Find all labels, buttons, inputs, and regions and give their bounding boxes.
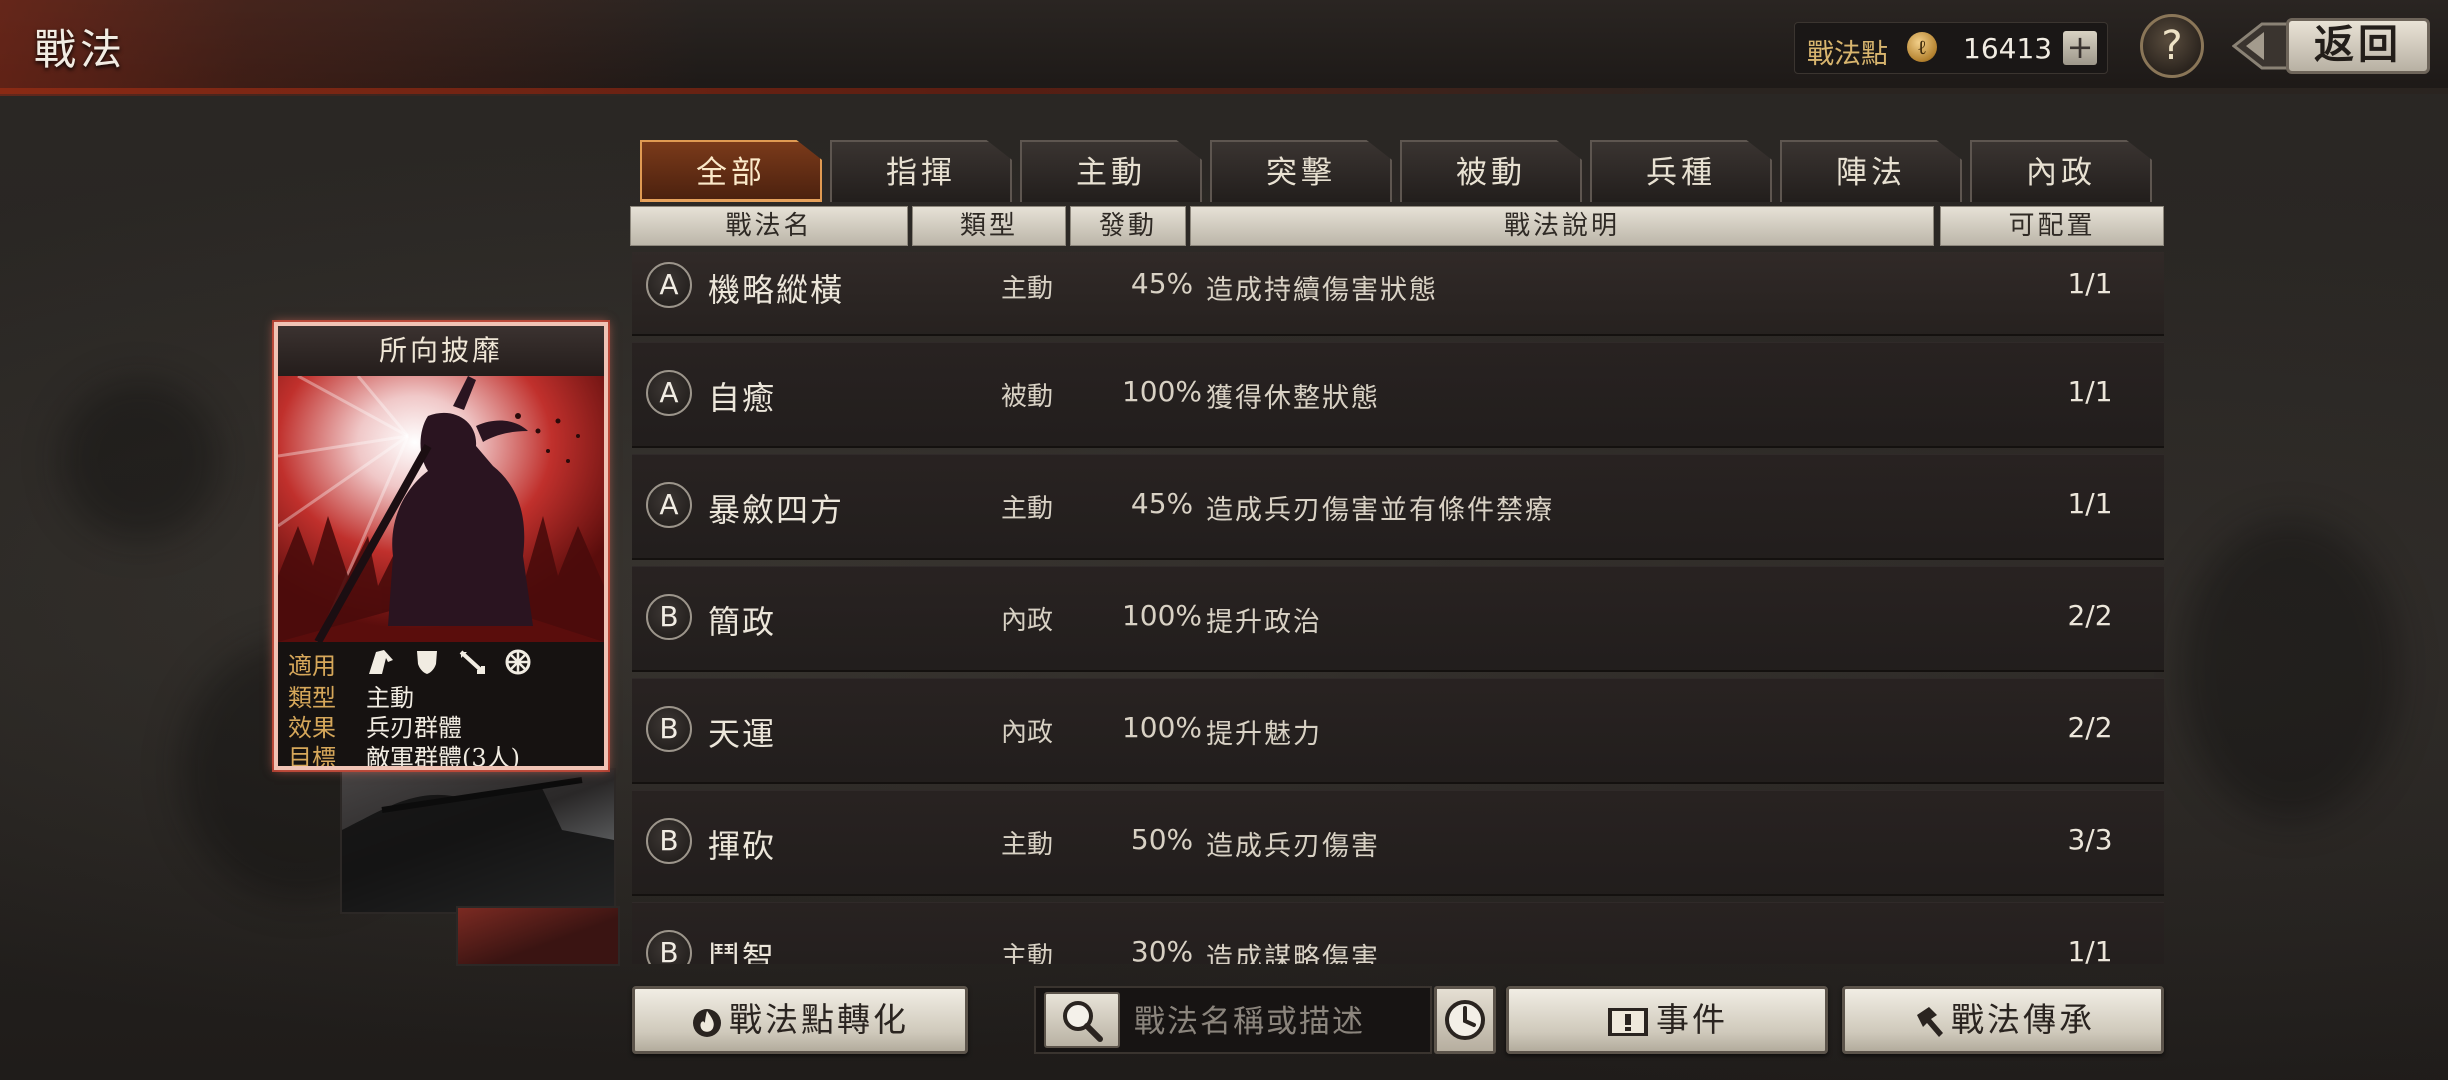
ink-decoration xyxy=(60,380,220,540)
tactic-name: 揮砍 xyxy=(708,827,777,865)
wheel-icon xyxy=(505,649,531,674)
tactic-description: 造成兵刃傷害 xyxy=(1206,831,1380,862)
tactic-type: 主動 xyxy=(1000,494,1053,524)
tactic-name: 機略縱橫 xyxy=(708,271,845,309)
tab-troop-type[interactable]: 兵種 xyxy=(1590,140,1772,202)
shield-icon xyxy=(416,650,437,674)
tactic-name: 自癒 xyxy=(708,379,777,417)
back-arrow-icon xyxy=(2232,22,2292,70)
grade-badge: A xyxy=(646,370,692,416)
ink-decoration xyxy=(2180,520,2400,820)
tactic-description: 提升政治 xyxy=(1206,607,1322,638)
back-button[interactable]: 返回 xyxy=(2232,14,2432,78)
points-label: 戰法點 xyxy=(1807,39,1888,70)
table-row[interactable]: A 暴斂四方 主動 45% 造成兵刃傷害並有條件禁療 1/1 xyxy=(632,454,2164,560)
tactic-description: 造成兵刃傷害並有條件禁療 xyxy=(1206,495,1554,526)
tab-command[interactable]: 指揮 xyxy=(830,140,1012,202)
tab-internal-affairs[interactable]: 內政 xyxy=(1970,140,2152,202)
clock-icon xyxy=(1445,1000,1485,1040)
target-value: 敵軍群體(3人) xyxy=(366,744,520,770)
applicable-icons xyxy=(366,646,541,676)
tab-assault[interactable]: 突擊 xyxy=(1210,140,1392,202)
card-stack-preview xyxy=(456,906,620,966)
tactics-list[interactable]: A 機略縱橫 主動 45% 造成持續傷害狀態 1/1 A 自癒 被動 100% … xyxy=(632,252,2164,964)
tactic-name: 簡政 xyxy=(708,603,777,641)
search-button[interactable] xyxy=(1044,992,1120,1048)
tactic-type: 主動 xyxy=(1000,274,1053,304)
grade-badge: A xyxy=(646,262,692,308)
flame-icon xyxy=(693,1009,721,1037)
column-header-description[interactable]: 戰法說明 xyxy=(1190,206,1934,246)
table-row[interactable]: A 機略縱橫 主動 45% 造成持續傷害狀態 1/1 xyxy=(632,252,2164,336)
tactic-description: 造成謀略傷害 xyxy=(1206,943,1380,964)
search-bar xyxy=(1034,986,1436,1054)
book-alert-icon xyxy=(1608,1008,1648,1036)
table-row[interactable]: B 天運 內政 100% 提升魅力 2/2 xyxy=(632,678,2164,784)
tactic-type: 內政 xyxy=(1000,606,1053,636)
tactic-name: 暴斂四方 xyxy=(708,491,845,529)
table-row[interactable]: B 簡政 內政 100% 提升政治 2/2 xyxy=(632,566,2164,672)
help-button[interactable]: ? xyxy=(2140,14,2204,78)
tab-all[interactable]: 全部 xyxy=(640,140,822,202)
event-label: 事件 xyxy=(1656,1000,1728,1039)
target-label: 目標 xyxy=(288,744,336,770)
tactic-name: 天運 xyxy=(708,715,777,753)
points-coin-icon: ℓ xyxy=(1907,32,1937,62)
tactic-type: 被動 xyxy=(1000,382,1053,412)
tactic-slots: 1/1 xyxy=(2067,487,2113,520)
grade-badge: B xyxy=(646,818,692,864)
cavalry-icon xyxy=(369,649,393,674)
column-header-name[interactable]: 戰法名 xyxy=(630,206,908,246)
tactic-slots: 1/1 xyxy=(2067,267,2113,300)
card-info-panel: 適用 類型 主動 效果 兵刃群體 目標 敵軍群體(3人) xyxy=(278,642,604,770)
tactic-type: 主動 xyxy=(1000,942,1053,964)
inherit-tactic-label: 戰法傳承 xyxy=(1951,1000,2095,1039)
search-icon xyxy=(1063,1001,1103,1042)
card-illustration xyxy=(278,376,604,642)
grade-badge: A xyxy=(646,482,692,528)
table-row[interactable]: B 鬥智 主動 30% 造成謀略傷害 1/1 xyxy=(632,902,2164,964)
top-bar-divider xyxy=(0,88,2448,94)
tab-formation[interactable]: 陣法 xyxy=(1780,140,1962,202)
tactic-name: 鬥智 xyxy=(708,939,777,964)
table-row[interactable]: B 揮砍 主動 50% 造成兵刃傷害 3/3 xyxy=(632,790,2164,896)
inherit-tactic-button[interactable]: 戰法傳承 xyxy=(1842,986,2164,1054)
back-label: 返回 xyxy=(2286,18,2430,74)
column-header-type[interactable]: 類型 xyxy=(912,206,1066,246)
hammer-icon xyxy=(1917,1007,1943,1037)
points-value: 16413 xyxy=(1963,32,2053,65)
event-button[interactable]: 事件 xyxy=(1506,986,1828,1054)
tab-passive[interactable]: 被動 xyxy=(1400,140,1582,202)
tab-active[interactable]: 主動 xyxy=(1020,140,1202,202)
tactic-slots: 1/1 xyxy=(2067,375,2113,408)
tactic-description: 造成持續傷害狀態 xyxy=(1206,275,1438,306)
tactic-type: 內政 xyxy=(1000,718,1053,748)
applicable-label: 適用 xyxy=(288,652,336,680)
tactic-type: 主動 xyxy=(1000,830,1053,860)
search-input[interactable] xyxy=(1132,996,1436,1048)
history-button[interactable] xyxy=(1434,986,1496,1054)
tactic-slots: 1/1 xyxy=(2067,935,2113,964)
card-title: 所向披靡 xyxy=(278,326,604,376)
column-header-trigger[interactable]: 發動 xyxy=(1070,206,1186,246)
tactic-slots: 3/3 xyxy=(2067,823,2113,856)
convert-points-button[interactable]: 戰法點轉化 xyxy=(632,986,968,1054)
card-stack-preview xyxy=(340,768,616,914)
tactic-points-display: 戰法點 ℓ 16413 + xyxy=(1794,22,2108,74)
tactic-description: 獲得休整狀態 xyxy=(1206,383,1380,414)
add-points-button[interactable]: + xyxy=(2063,31,2097,65)
grade-badge: B xyxy=(646,594,692,640)
tactic-card[interactable]: 所向披靡 適用 類型 主動 效果 兵刃群體 目標 敵軍群體(3人) xyxy=(274,322,608,770)
convert-points-label: 戰法點轉化 xyxy=(729,1000,909,1039)
column-header-slots[interactable]: 可配置 xyxy=(1940,206,2164,246)
archer-icon xyxy=(459,650,486,674)
tactic-slots: 2/2 xyxy=(2067,599,2113,632)
grade-badge: B xyxy=(646,706,692,752)
card-back-art xyxy=(342,777,614,912)
page-title: 戰法 xyxy=(34,25,127,74)
grade-badge: B xyxy=(646,930,692,964)
table-row[interactable]: A 自癒 被動 100% 獲得休整狀態 1/1 xyxy=(632,342,2164,448)
tactic-slots: 2/2 xyxy=(2067,711,2113,744)
tactic-description: 提升魅力 xyxy=(1206,719,1322,750)
